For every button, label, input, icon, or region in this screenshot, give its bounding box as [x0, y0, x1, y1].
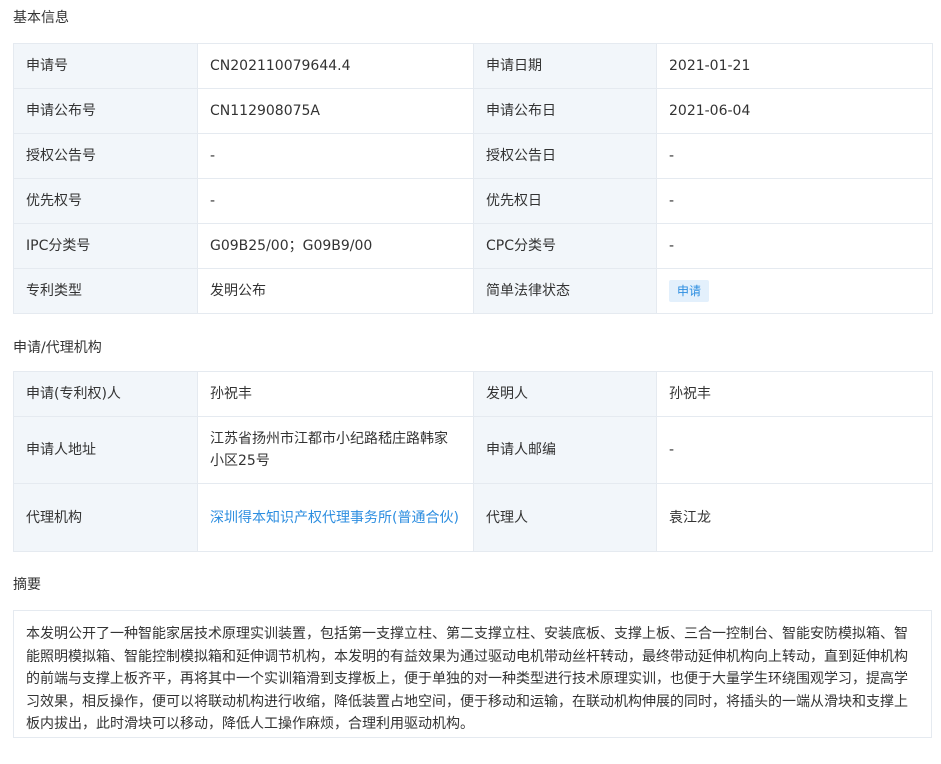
abstract-text: 本发明公开了一种智能家居技术原理实训装置，包括第一支撑立柱、第二支撑立柱、安装底… — [13, 610, 932, 738]
status-badge: 申请 — [669, 280, 710, 302]
abstract-title: 摘要 — [13, 577, 41, 593]
agency-link[interactable]: 深圳得本知识产权代理事务所(普通合伙) — [210, 510, 459, 526]
agency-table: 申请(专利权)人 孙祝丰 发明人 孙祝丰 申请人地址 江苏省扬州市江都市小纪路嵇… — [13, 371, 933, 552]
publication-date-label: 申请公布日 — [473, 88, 657, 134]
application-date-value: 2021-01-21 — [656, 43, 933, 89]
table-row: 授权公告号 - 授权公告日 - — [13, 133, 933, 179]
applicant-postcode-label: 申请人邮编 — [473, 416, 657, 484]
applicant-postcode-value: - — [656, 416, 933, 484]
table-row: 专利类型 发明公布 简单法律状态 申请 — [13, 268, 933, 314]
application-date-label: 申请日期 — [473, 43, 657, 89]
priority-number-label: 优先权号 — [13, 178, 198, 224]
basic-info-table: 申请号 CN202110079644.4 申请日期 2021-01-21 申请公… — [13, 43, 933, 314]
legal-status-label: 简单法律状态 — [473, 268, 657, 314]
application-number-value: CN202110079644.4 — [197, 43, 474, 89]
applicant-value: 孙祝丰 — [197, 371, 474, 417]
grant-date-label: 授权公告日 — [473, 133, 657, 179]
legal-status-cell: 申请 — [656, 268, 933, 314]
applicant-address-label: 申请人地址 — [13, 416, 198, 484]
patent-detail-page: 基本信息 申请号 CN202110079644.4 申请日期 2021-01-2… — [0, 0, 941, 764]
ipc-label: IPC分类号 — [13, 223, 198, 269]
table-row: 优先权号 - 优先权日 - — [13, 178, 933, 224]
inventor-value: 孙祝丰 — [656, 371, 933, 417]
agency-cell: 深圳得本知识产权代理事务所(普通合伙) — [197, 483, 474, 552]
inventor-label: 发明人 — [473, 371, 657, 417]
cpc-label: CPC分类号 — [473, 223, 657, 269]
ipc-value: G09B25/00；G09B9/00 — [197, 223, 474, 269]
publication-number-value: CN112908075A — [197, 88, 474, 134]
agent-label: 代理人 — [473, 483, 657, 552]
agent-value: 袁江龙 — [656, 483, 933, 552]
grant-date-value: - — [656, 133, 933, 179]
priority-date-value: - — [656, 178, 933, 224]
application-number-label: 申请号 — [13, 43, 198, 89]
agency-label: 代理机构 — [13, 483, 198, 552]
table-row: 申请人地址 江苏省扬州市江都市小纪路嵇庄路韩家小区25号 申请人邮编 - — [13, 416, 933, 484]
priority-date-label: 优先权日 — [473, 178, 657, 224]
grant-number-value: - — [197, 133, 474, 179]
publication-number-label: 申请公布号 — [13, 88, 198, 134]
patent-type-value: 发明公布 — [197, 268, 474, 314]
priority-number-value: - — [197, 178, 474, 224]
publication-date-value: 2021-06-04 — [656, 88, 933, 134]
agency-title: 申请/代理机构 — [13, 340, 102, 356]
grant-number-label: 授权公告号 — [13, 133, 198, 179]
table-row: 申请(专利权)人 孙祝丰 发明人 孙祝丰 — [13, 371, 933, 417]
table-row: 代理机构 深圳得本知识产权代理事务所(普通合伙) 代理人 袁江龙 — [13, 483, 933, 552]
table-row: IPC分类号 G09B25/00；G09B9/00 CPC分类号 - — [13, 223, 933, 269]
patent-type-label: 专利类型 — [13, 268, 198, 314]
basic-info-title: 基本信息 — [13, 10, 69, 26]
table-row: 申请号 CN202110079644.4 申请日期 2021-01-21 — [13, 43, 933, 89]
applicant-label: 申请(专利权)人 — [13, 371, 198, 417]
applicant-address-value: 江苏省扬州市江都市小纪路嵇庄路韩家小区25号 — [197, 416, 474, 484]
table-row: 申请公布号 CN112908075A 申请公布日 2021-06-04 — [13, 88, 933, 134]
cpc-value: - — [656, 223, 933, 269]
